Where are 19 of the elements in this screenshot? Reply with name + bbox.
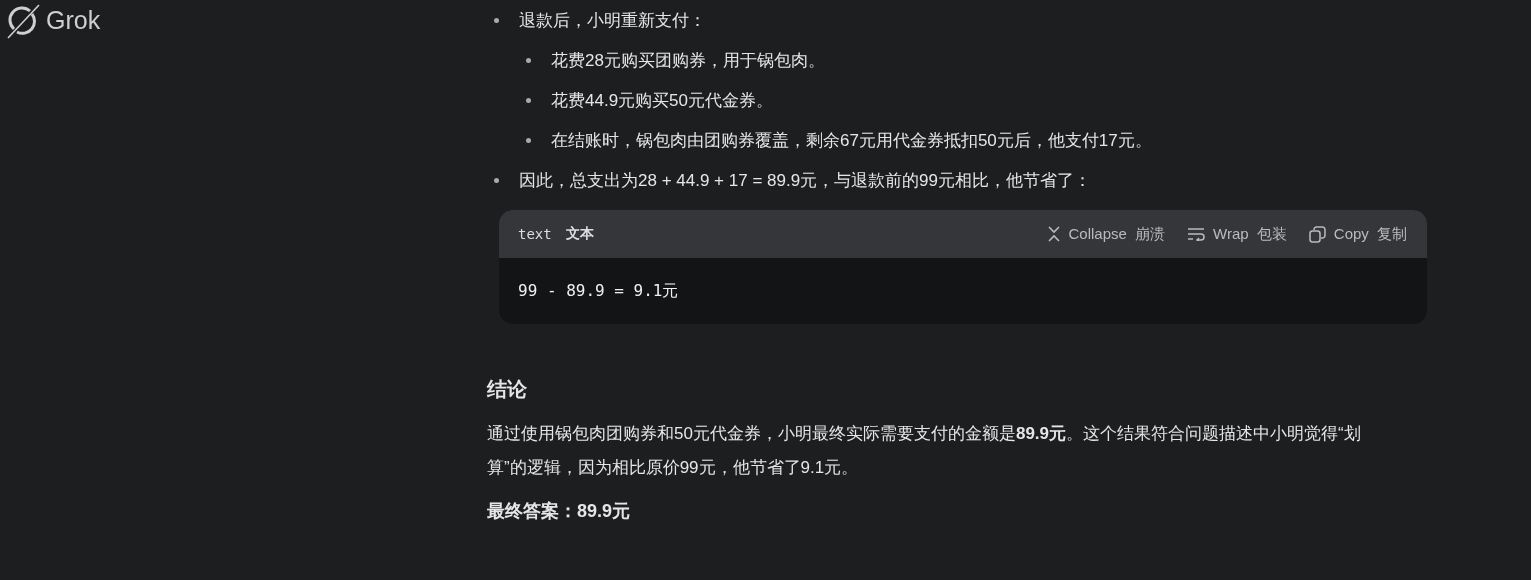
copy-button[interactable]: Copy 复制: [1308, 224, 1407, 244]
list-item: 退款后，小明重新支付：: [519, 9, 706, 32]
collapse-icon: [1046, 225, 1061, 243]
code-text: 99 - 89.9 = 9.1元: [518, 280, 679, 302]
list-item: 在结账时，锅包肉由团购券覆盖，剩余67元用代金券抵扣50元后，他支付17元。: [551, 129, 1152, 152]
copy-icon: [1308, 225, 1326, 243]
list-item: 花费28元购买团购券，用于锅包肉。: [551, 49, 825, 72]
code-language: text: [518, 226, 552, 242]
list-item: 花费44.9元购买50元代金券。: [551, 89, 773, 112]
paragraph: 通过使用锅包肉团购券和50元代金券，小明最终实际需要支付的金额是89.9元。这个结果符合问题描述中小明觉得“划算”的逻辑，因为相比原价99元，他节省了9.1元。: [487, 423, 1362, 479]
final-answer: 最终答案：89.9元: [487, 500, 632, 523]
logo-text: Grok: [46, 5, 101, 36]
wrap-icon: [1187, 227, 1206, 241]
code-language-label: 文本: [565, 225, 594, 243]
collapse-button[interactable]: Collapse 崩溃: [1046, 224, 1166, 244]
list-item: 因此，总支出为28 + 44.9 + 17 = 89.9元，与退款前的99元相比，他节省了：: [519, 169, 1092, 192]
section-heading: 结论: [487, 377, 528, 402]
wrap-button[interactable]: Wrap 包装: [1187, 224, 1287, 244]
logo-icon: [4, 3, 42, 39]
